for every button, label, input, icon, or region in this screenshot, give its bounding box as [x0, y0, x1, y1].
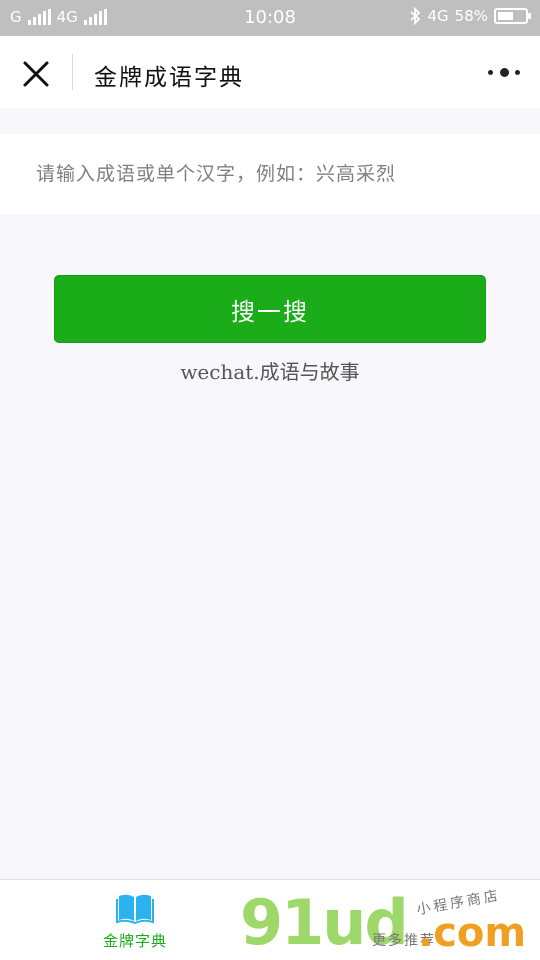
app-caption: wechat.成语与故事: [180, 360, 360, 384]
watermark: 91ud 小程序商店 更多推荐 .com: [240, 888, 540, 960]
header-divider: [72, 54, 73, 90]
battery-fill: [498, 12, 514, 20]
search-container: [0, 134, 540, 214]
battery-percent: 58%: [454, 7, 488, 25]
search-input[interactable]: [36, 152, 506, 196]
more-dot-icon: [515, 69, 520, 75]
search-button[interactable]: 搜一搜: [54, 275, 486, 343]
tab-label: 金牌字典: [102, 932, 167, 950]
tab-dictionary[interactable]: 金牌字典: [90, 892, 180, 951]
nav-header: 金牌成语字典: [0, 36, 540, 108]
network-label: 4G: [427, 7, 449, 25]
page-title: 金牌成语字典: [94, 65, 244, 91]
more-dot-icon: [499, 67, 509, 77]
close-icon: [23, 61, 49, 87]
bluetooth-icon: [410, 7, 421, 25]
status-bar: G 4G 10:08 4G 58%: [0, 0, 540, 36]
more-dot-icon: [488, 69, 493, 75]
battery-icon: [494, 8, 531, 24]
book-icon: [116, 894, 154, 924]
watermark-dotcom: .com: [418, 910, 527, 956]
status-right: 4G 58%: [409, 7, 531, 25]
close-button[interactable]: [18, 56, 54, 92]
more-menu-button[interactable]: [488, 62, 520, 82]
